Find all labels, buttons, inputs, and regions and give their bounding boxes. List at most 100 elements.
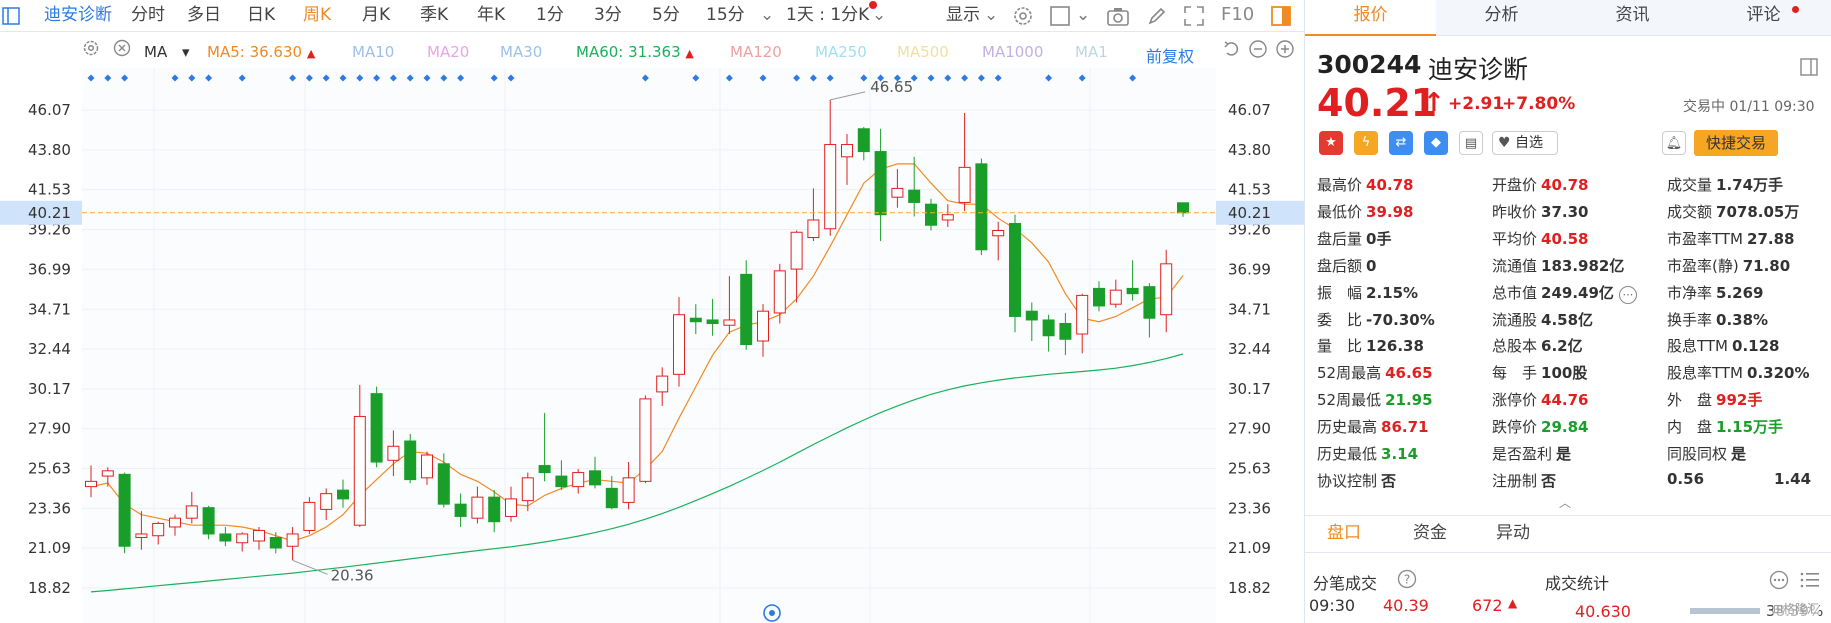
- stock-name-tab[interactable]: 迪安诊断: [44, 0, 112, 32]
- fullscreen-icon[interactable]: [1183, 0, 1205, 32]
- period-tab-day[interactable]: 日K: [247, 0, 275, 32]
- undo-icon[interactable]: [1222, 39, 1242, 63]
- candle-body: [841, 144, 853, 158]
- period-tab-week[interactable]: 周K: [303, 0, 331, 32]
- app: 迪安诊断 分时 多日 日K 周K 月K 季K 年K 1分 3分 5分 15分 ⌄…: [0, 0, 1831, 623]
- tab-orderbook[interactable]: 盘口: [1327, 518, 1361, 552]
- quote-cell: 昨收价 37.30: [1492, 201, 1588, 222]
- display-chevron-icon[interactable]: ⌄: [984, 0, 998, 32]
- stock-code: 300244: [1317, 50, 1422, 79]
- zoom-in-icon[interactable]: [1275, 39, 1295, 63]
- candle[interactable]: [639, 395, 652, 484]
- tab-analysis[interactable]: 分析: [1436, 0, 1567, 34]
- list-view-icon[interactable]: [1799, 570, 1821, 594]
- period-more-chevron-icon[interactable]: ⌄: [760, 0, 774, 32]
- watchlist-button[interactable]: ♥ 自选: [1492, 131, 1558, 155]
- quote-label: 平均价: [1492, 229, 1538, 248]
- period-tab-season[interactable]: 季K: [420, 0, 448, 32]
- quote-value: 183.982亿: [1541, 256, 1625, 275]
- candle[interactable]: [202, 505, 215, 540]
- f10-button[interactable]: F10: [1221, 0, 1254, 32]
- y-tick-label-right: 21.09: [1228, 539, 1271, 557]
- candle-body: [454, 503, 467, 517]
- ma-close-icon[interactable]: [113, 39, 131, 61]
- period-tab-year[interactable]: 年K: [477, 0, 505, 32]
- quick-trade-button[interactable]: 快捷交易: [1694, 130, 1778, 156]
- help-icon[interactable]: ?: [1397, 569, 1417, 593]
- tag-icon[interactable]: ◆: [1424, 131, 1448, 155]
- quote-value: 是: [1731, 445, 1747, 463]
- shuffle-icon[interactable]: ⇄: [1389, 131, 1413, 155]
- candle-body: [1109, 289, 1122, 305]
- tab-capital[interactable]: 资金: [1413, 518, 1447, 552]
- detail-icon[interactable]: [1800, 58, 1818, 80]
- candle[interactable]: [303, 497, 316, 534]
- more-options-icon[interactable]: [1769, 570, 1789, 594]
- ma-label[interactable]: MA: [144, 43, 167, 61]
- ma-dropdown-chevron-icon[interactable]: ▾: [182, 43, 190, 61]
- quote-value: 44.76: [1541, 391, 1589, 410]
- period-tab-5min[interactable]: 5分: [652, 0, 680, 32]
- candle[interactable]: [404, 433, 417, 484]
- candle-body: [521, 477, 534, 502]
- draw-pen-icon[interactable]: [1146, 0, 1168, 32]
- period-tab-1min[interactable]: 1分: [536, 0, 564, 32]
- trade-price: 40.39: [1383, 597, 1429, 615]
- more-market-cap-icon[interactable]: ⋯: [1618, 285, 1637, 304]
- display-menu[interactable]: 显示: [946, 0, 980, 32]
- candle[interactable]: [118, 472, 131, 554]
- candle-body: [673, 314, 685, 375]
- quote-value: 4.58亿: [1541, 310, 1594, 329]
- quote-value: 86.71: [1381, 418, 1429, 437]
- zoom-out-icon[interactable]: [1248, 39, 1268, 63]
- quote-value: 0.38%: [1716, 310, 1769, 329]
- candle-body: [219, 533, 232, 542]
- settings-gear-icon[interactable]: [1012, 0, 1034, 32]
- collapse-chevron-icon[interactable]: ︿: [1559, 494, 1571, 511]
- kline-chart[interactable]: 46.07 46.0743.80 43.8041.53 41.5339.26 39.26…: [0, 68, 1304, 623]
- period-tab-month[interactable]: 月K: [362, 0, 390, 32]
- y-tick-label-right: 25.63: [1228, 460, 1271, 478]
- quote-label: 盘后量: [1317, 229, 1363, 248]
- period-tab-15min[interactable]: 15分: [706, 0, 745, 32]
- tab-unusual[interactable]: 异动: [1496, 518, 1530, 552]
- ma-settings-icon[interactable]: [82, 39, 100, 61]
- tab-quote[interactable]: 报价: [1305, 0, 1436, 36]
- quote-value: 46.65: [1385, 364, 1433, 383]
- candle[interactable]: [1009, 214, 1021, 333]
- period-tab-multiday[interactable]: 多日: [187, 0, 221, 32]
- comments-dot: [1792, 6, 1799, 13]
- period-tab-fenshi[interactable]: 分时: [131, 0, 165, 32]
- tab-news[interactable]: 资讯: [1567, 0, 1698, 34]
- quote-cell: 市净率 5.269: [1667, 282, 1763, 303]
- panel-layout-icon[interactable]: [1270, 0, 1292, 32]
- quote-value: 37.30: [1541, 202, 1589, 221]
- indicator-box-icon[interactable]: [1049, 0, 1071, 32]
- china-flag-icon: ★: [1319, 131, 1343, 155]
- timeframe-select[interactable]: 1天 : 1分K: [786, 0, 869, 32]
- quote-value: 249.49亿: [1541, 283, 1614, 302]
- sidebar-toggle-icon[interactable]: [2, 0, 22, 32]
- quote-value: 0.128: [1732, 337, 1780, 356]
- current-price: 40.21: [1317, 81, 1438, 125]
- candle[interactable]: [370, 386, 383, 468]
- candle-body: [891, 187, 904, 198]
- quote-label: 外 盘: [1667, 391, 1713, 410]
- candle[interactable]: [975, 158, 988, 256]
- quote-value: 7078.05万: [1716, 202, 1800, 221]
- ma30-legend: MA30: [500, 43, 543, 61]
- quote-label: 量 比: [1317, 337, 1363, 356]
- quote-value: 0手: [1366, 229, 1392, 248]
- candle-body: [1025, 310, 1038, 321]
- alert-bell-icon[interactable]: 🔔︎: [1662, 131, 1686, 155]
- candle-body: [185, 505, 198, 519]
- camera-icon[interactable]: [1106, 0, 1130, 32]
- bookmark-icon[interactable]: ▤: [1459, 131, 1483, 155]
- candle-body: [505, 498, 517, 517]
- period-tab-3min[interactable]: 3分: [594, 0, 622, 32]
- tab-comments[interactable]: 评论: [1698, 0, 1829, 34]
- adjust-button[interactable]: 前复权: [1146, 43, 1194, 67]
- lightning-icon[interactable]: ϟ: [1354, 131, 1378, 155]
- quote-cell: 量 比 126.38: [1317, 335, 1424, 356]
- indicator-chevron-icon[interactable]: ⌄: [1076, 0, 1090, 32]
